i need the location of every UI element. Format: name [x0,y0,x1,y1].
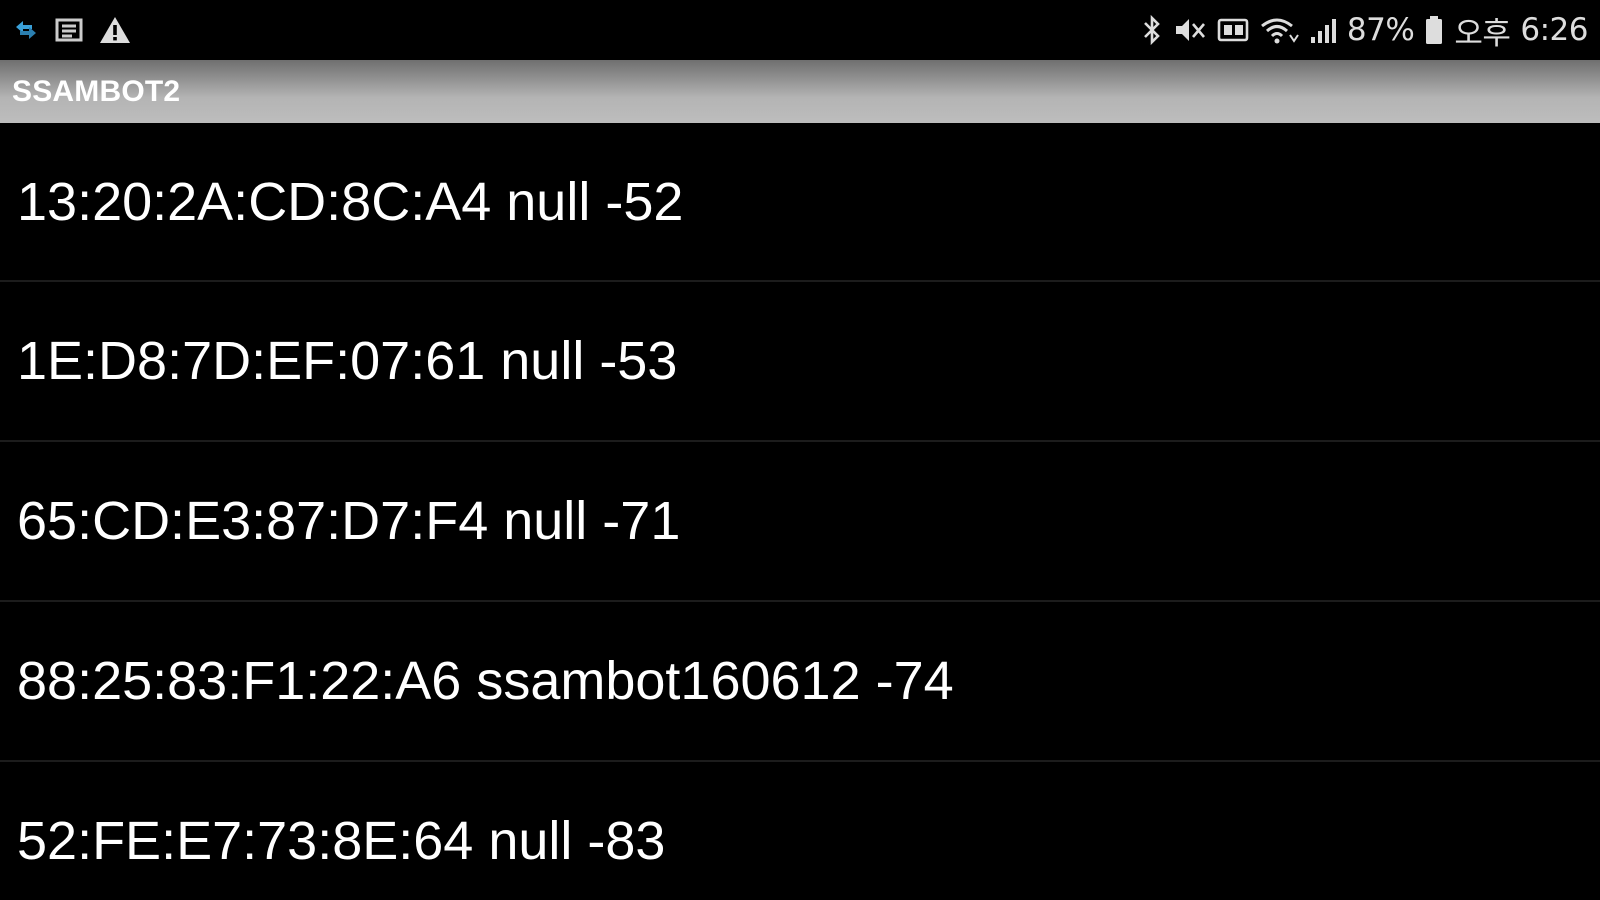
time-period: 오후 [1454,15,1511,52]
bluetooth-icon [1141,14,1163,46]
app-title: SSAMBOT2 [12,74,181,108]
clock-time: 6:26 [1520,12,1588,48]
sync-arrows-icon [12,16,40,44]
device-label: 65:CD:E3:87:D7:F4 null -71 [17,491,681,551]
status-bar-right: 87% 오후 6:26 [1141,8,1600,53]
list-item[interactable]: 13:20:2A:CD:8C:A4 null -52 [0,123,1600,282]
warning-icon [98,15,132,45]
notes-icon [54,16,84,44]
mute-icon [1173,15,1207,45]
device-label: 13:20:2A:CD:8C:A4 null -52 [17,171,684,232]
list-item[interactable]: 88:25:83:F1:22:A6 ssambot160612 -74 [0,602,1600,762]
list-item[interactable]: 65:CD:E3:87:D7:F4 null -71 [0,442,1600,602]
list-item[interactable]: 52:FE:E7:73:8E:64 null -83 [0,762,1600,900]
screen: 87% 오후 6:26 SSAMBOT2 13:20:2A:CD:8C:A4 n… [0,0,1600,900]
device-label: 1E:D8:7D:EF:07:61 null -53 [17,331,678,391]
list-item[interactable]: 1E:D8:7D:EF:07:61 null -53 [0,282,1600,442]
sim-icon [1217,16,1249,44]
device-label: 52:FE:E7:73:8E:64 null -83 [17,811,666,871]
device-label: 88:25:83:F1:22:A6 ssambot160612 -74 [17,651,954,711]
app-title-bar: SSAMBOT2 [0,60,1600,123]
device-list[interactable]: 13:20:2A:CD:8C:A4 null -52 1E:D8:7D:EF:0… [0,123,1600,900]
status-bar: 87% 오후 6:26 [0,0,1600,60]
battery-icon [1424,14,1444,46]
status-bar-left [0,15,132,45]
battery-percent: 87% [1346,12,1415,48]
signal-icon [1309,15,1337,45]
wifi-icon [1259,15,1299,45]
